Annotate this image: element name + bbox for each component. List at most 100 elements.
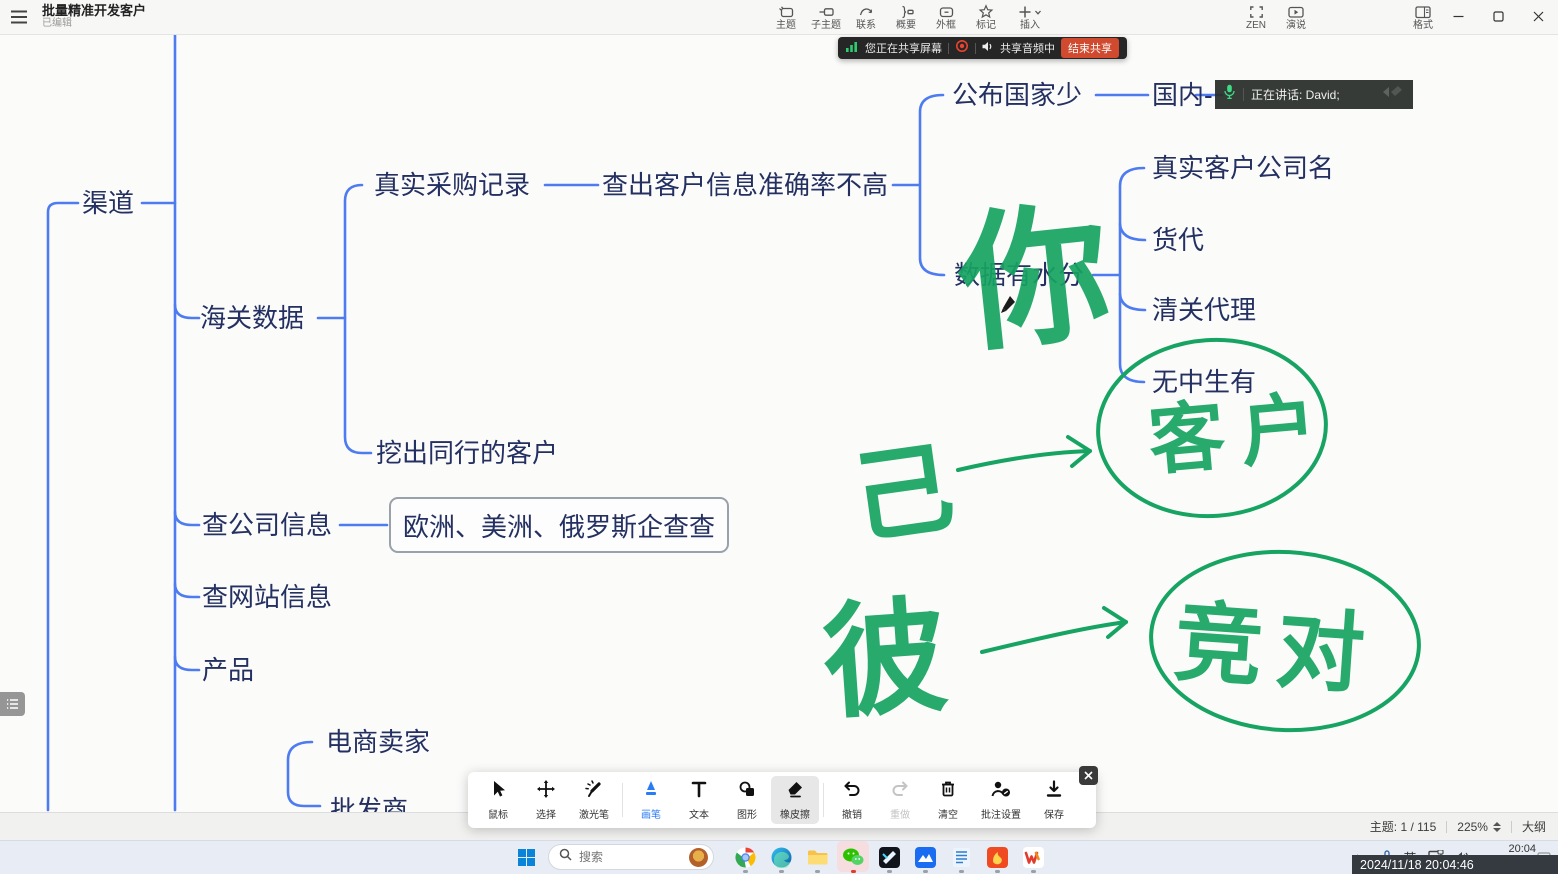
start-button[interactable] — [514, 845, 538, 869]
node-domestic[interactable]: 国内- — [1152, 81, 1213, 109]
signal-bars-icon — [846, 39, 859, 57]
top-toolbar: 批量精准开发客户 已编辑 主题 子主题 联系 概要 外框 — [0, 0, 1558, 35]
tool-label: 画笔 — [641, 806, 661, 821]
eraser-tool-button[interactable]: 橡皮擦 — [771, 776, 819, 824]
meeting-logo — [1379, 83, 1405, 106]
node-freight-forwarder[interactable]: 货代 — [1152, 226, 1204, 254]
toolbar-divider — [823, 783, 824, 817]
close-button[interactable] — [1518, 0, 1558, 32]
sharing-status-text: 您正在共享屏幕 — [865, 40, 942, 56]
edge-icon[interactable] — [769, 845, 793, 869]
insert-button[interactable]: 插入 — [1006, 0, 1054, 35]
red-app-icon[interactable] — [985, 845, 1009, 869]
minimize-button[interactable] — [1438, 0, 1478, 32]
format-panel-button[interactable]: 格式 — [1403, 0, 1443, 35]
clear-button[interactable]: 清空 — [924, 776, 972, 824]
taskbar-search[interactable] — [548, 844, 714, 870]
document-title-block: 批量精准开发客户 已编辑 — [42, 3, 146, 30]
node-company-lookup[interactable]: 查公司信息 — [202, 511, 332, 539]
capcut-icon[interactable] — [877, 845, 901, 869]
annotation-settings-button[interactable]: 批注设置 — [972, 776, 1030, 824]
handwriting-other: 彼 — [816, 554, 953, 743]
node-qichacha[interactable]: 欧洲、美洲、俄罗斯企查查 — [389, 497, 729, 553]
save-annotation-button[interactable]: 保存 — [1030, 776, 1078, 824]
node-low-accuracy[interactable]: 查出客户信息准确率不高 — [602, 171, 888, 199]
redo-button[interactable]: 重做 — [876, 776, 924, 824]
undo-button[interactable]: 撤销 — [828, 776, 876, 824]
toast-divider — [1243, 88, 1244, 101]
taskbar-clock[interactable]: 20:04 — [1490, 843, 1536, 855]
mouse-tool-button[interactable]: 鼠标 — [474, 776, 522, 824]
present-button[interactable]: 演说 — [1276, 0, 1316, 35]
banner-divider — [948, 43, 949, 54]
toolbar-divider — [622, 783, 623, 817]
speaking-text: 正在讲话: David; — [1251, 86, 1340, 103]
tool-label: 橡皮擦 — [780, 806, 810, 821]
subtopic-button[interactable]: 子主题 — [806, 0, 846, 35]
node-watered-data[interactable]: 数据有水分 — [954, 261, 1084, 289]
search-highlight-image — [689, 848, 708, 867]
maximize-button[interactable] — [1478, 0, 1518, 32]
relationship-label: 联系 — [856, 21, 876, 31]
meeting-app-icon[interactable] — [913, 845, 937, 869]
chrome-icon[interactable] — [733, 845, 757, 869]
hamburger-menu-icon[interactable] — [10, 9, 30, 25]
record-icon[interactable] — [955, 39, 969, 58]
outline-toggle[interactable]: 大纲 — [1522, 818, 1546, 835]
topic-icon — [778, 4, 795, 20]
node-peer-customers[interactable]: 挖出同行的客户 — [376, 439, 558, 467]
summary-button[interactable]: 概要 — [886, 0, 926, 35]
summary-icon — [898, 4, 915, 20]
annotation-ink — [0, 0, 1558, 874]
node-channel[interactable]: 渠道 — [82, 189, 134, 217]
boundary-label: 外框 — [936, 21, 956, 31]
wechat-notification-dot — [851, 870, 856, 873]
tool-label: 撤销 — [842, 806, 862, 821]
stop-share-button[interactable]: 结束共享 — [1061, 38, 1119, 58]
marker-button[interactable]: 标记 — [966, 0, 1006, 35]
zoom-control[interactable]: 225% — [1457, 820, 1501, 834]
wechat-icon[interactable] — [841, 845, 865, 869]
zen-mode-button[interactable]: ZEN — [1236, 0, 1276, 35]
node-fabricated[interactable]: 无中生有 — [1152, 368, 1256, 396]
node-website-lookup[interactable]: 查网站信息 — [202, 583, 332, 611]
relationship-button[interactable]: 联系 — [846, 0, 886, 35]
node-few-countries[interactable]: 公布国家少 — [952, 81, 1082, 109]
plus-chevron-icon — [1017, 4, 1043, 20]
boundary-button[interactable]: 外框 — [926, 0, 966, 35]
mindmap-connectors — [0, 0, 1558, 874]
play-icon — [1287, 4, 1305, 20]
text-tool-button[interactable]: 文本 — [675, 776, 723, 824]
status-divider — [1446, 821, 1447, 833]
topic-button[interactable]: 主题 — [766, 0, 806, 35]
running-indicator — [1031, 870, 1036, 873]
subtopic-icon — [818, 4, 835, 20]
undo-icon — [842, 779, 862, 804]
shape-tool-button[interactable]: 图形 — [723, 776, 771, 824]
tool-label: 保存 — [1044, 806, 1064, 821]
file-explorer-icon[interactable] — [805, 845, 829, 869]
insert-tools: 主题 子主题 联系 概要 外框 标记 — [766, 0, 1054, 35]
running-indicator — [887, 870, 892, 873]
pen-cursor — [998, 294, 1020, 321]
node-customs-broker[interactable]: 清关代理 — [1152, 296, 1256, 324]
node-customs-data[interactable]: 海关数据 — [200, 304, 304, 332]
zoom-stepper-icon[interactable] — [1493, 822, 1501, 832]
node-ecommerce-seller[interactable]: 电商卖家 — [326, 728, 430, 756]
subtopic-label: 子主题 — [811, 21, 841, 31]
node-purchase-records[interactable]: 真实采购记录 — [374, 171, 530, 199]
search-input[interactable] — [579, 850, 671, 864]
node-product[interactable]: 产品 — [202, 656, 254, 684]
outline-widget[interactable] — [0, 692, 25, 716]
cursor-icon — [488, 779, 508, 804]
move-icon — [536, 779, 556, 804]
node-real-company-name[interactable]: 真实客户公司名 — [1152, 154, 1334, 182]
pen-tool-button[interactable]: 画笔 — [627, 776, 675, 824]
notes-app-icon[interactable] — [949, 845, 973, 869]
close-toolbar-button[interactable] — [1079, 766, 1098, 785]
wps-icon[interactable] — [1021, 845, 1045, 869]
tool-label: 图形 — [737, 806, 757, 821]
laser-tool-button[interactable]: 激光笔 — [570, 776, 618, 824]
select-tool-button[interactable]: 选择 — [522, 776, 570, 824]
running-indicator — [743, 870, 748, 873]
